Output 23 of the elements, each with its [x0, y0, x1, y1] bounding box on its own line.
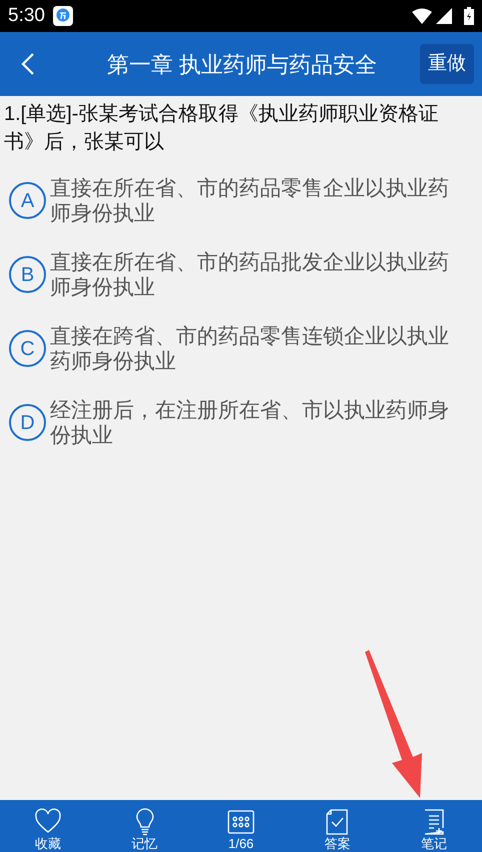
redo-button[interactable]: 重做: [420, 44, 474, 84]
nav-tab[interactable]: 收藏: [0, 800, 96, 852]
question-text: 1.[单选]-张某考试合格取得《执业药师职业资格证书》后，张某可以: [4, 102, 440, 155]
battery-icon: [464, 7, 474, 25]
app-notification-icon: [52, 6, 73, 26]
wifi-icon: [412, 8, 432, 24]
option-text: 经注册后，在注册所在省、市以执业药师身份执业: [50, 398, 450, 448]
nav-tab[interactable]: 笔记: [386, 800, 482, 852]
option-text: 直接在所在省、市的药品零售企业以执业药师身份执业: [50, 176, 450, 226]
page-title: 第一章 执业药师与药品安全: [106, 50, 378, 78]
option-letter: B: [9, 256, 46, 293]
option-letter: A: [9, 182, 46, 219]
option-letter: D: [9, 404, 46, 441]
option-letter: C: [9, 330, 46, 367]
nav-tab[interactable]: 1/66: [192, 800, 290, 852]
grid-icon: [227, 808, 256, 836]
option-text: 直接在跨省、市的药品零售连锁企业以执业药师身份执业: [50, 324, 450, 374]
signal-icon: [436, 8, 452, 24]
back-icon: [21, 52, 35, 76]
nav-tab[interactable]: 记忆: [96, 800, 193, 852]
option-text: 直接在所在省、市的药品批发企业以执业药师身份执业: [50, 250, 450, 300]
nav-tab[interactable]: 答案: [289, 800, 386, 852]
status-time: 5:30: [8, 4, 45, 28]
